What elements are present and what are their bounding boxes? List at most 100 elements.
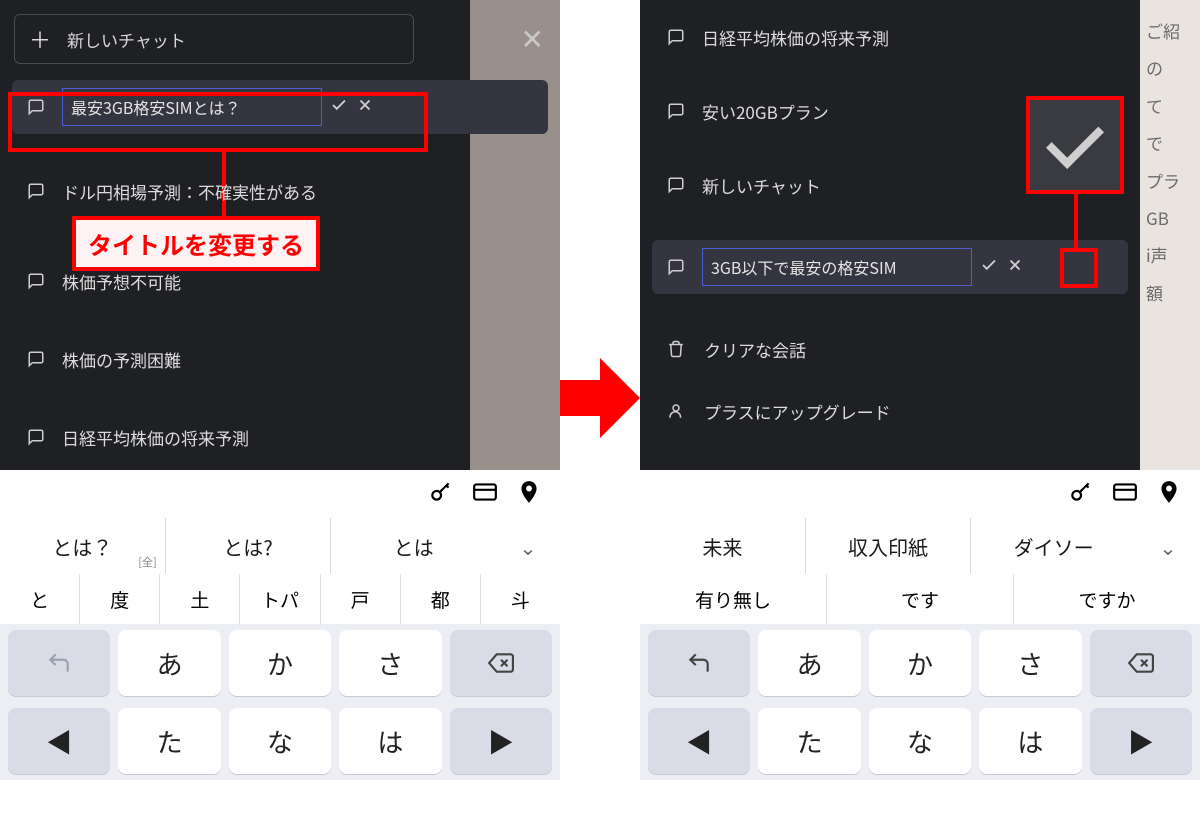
suggestion[interactable]: とは bbox=[330, 518, 496, 574]
kana-key[interactable]: あ bbox=[758, 630, 860, 696]
chat-icon bbox=[26, 349, 46, 369]
upgrade-plus[interactable]: プラスにアップグレード bbox=[640, 380, 1140, 442]
bg-text: で bbox=[1146, 124, 1163, 161]
candidate[interactable]: 度 bbox=[79, 574, 159, 624]
right-key[interactable]: ▶ bbox=[1090, 708, 1192, 774]
chat-icon bbox=[26, 181, 46, 201]
candidate[interactable]: と bbox=[0, 574, 79, 624]
clear-conversations[interactable]: クリアな会話 bbox=[640, 318, 1140, 380]
chat-icon bbox=[666, 27, 686, 47]
new-chat-button[interactable]: ＋ 新しいチャット bbox=[14, 14, 414, 64]
card-icon[interactable] bbox=[472, 479, 498, 510]
left-key[interactable]: ◀ bbox=[8, 708, 110, 774]
suggestion-row: とは？ とは? とは ⌄ bbox=[0, 518, 560, 574]
bg-text: プラ bbox=[1146, 162, 1180, 199]
chat-item-label: 新しいチャット bbox=[702, 173, 821, 198]
confirm-zoom-preview bbox=[1030, 100, 1120, 190]
chat-item[interactable]: ドル円相場予測：不確実性がある bbox=[0, 162, 560, 220]
kana-key[interactable]: さ bbox=[339, 630, 441, 696]
ime-toolbar bbox=[0, 470, 560, 518]
cancel-icon[interactable] bbox=[1006, 254, 1024, 280]
kana-key[interactable]: あ bbox=[118, 630, 220, 696]
chat-icon bbox=[26, 97, 46, 117]
key-icon[interactable] bbox=[428, 479, 454, 510]
candidate[interactable]: 有り無し bbox=[640, 574, 826, 624]
chat-icon bbox=[666, 175, 686, 195]
new-chat-label: 新しいチャット bbox=[67, 27, 186, 52]
title-edit-input[interactable] bbox=[702, 248, 972, 286]
right-key[interactable]: ▶ bbox=[450, 708, 552, 774]
location-icon[interactable] bbox=[1156, 479, 1182, 510]
bg-text: て bbox=[1146, 87, 1163, 124]
candidate[interactable]: 戸 bbox=[320, 574, 400, 624]
bg-text: の bbox=[1146, 49, 1163, 86]
keyboard-row: あ か さ bbox=[0, 624, 560, 702]
kana-key[interactable]: た bbox=[758, 708, 860, 774]
bg-text: i声 bbox=[1146, 236, 1168, 273]
chat-item-label: 株価予想不可能 bbox=[62, 269, 181, 294]
chat-item[interactable]: 株価の予測困難 bbox=[0, 330, 560, 388]
chat-item-label: 日経平均株価の将来予測 bbox=[702, 25, 889, 50]
bg-text: GB bbox=[1146, 199, 1169, 236]
right-screenshot: ご紹 の て で プラ GB i声 額 日経平均株価の将来予測 安い20GBプラ… bbox=[640, 0, 1200, 828]
candidate[interactable]: 土 bbox=[159, 574, 239, 624]
chat-icon bbox=[26, 271, 46, 291]
trash-icon bbox=[666, 339, 686, 359]
close-icon[interactable]: ✕ bbox=[521, 18, 544, 58]
chat-item-label: 日経平均株価の将来予測 bbox=[62, 425, 249, 450]
chat-item[interactable]: 株価予想不可能 bbox=[0, 252, 560, 310]
suggestion[interactable]: 収入印紙 bbox=[805, 518, 971, 574]
keyboard-row: ◀ た な は ▶ bbox=[640, 702, 1200, 780]
undo-key[interactable] bbox=[648, 630, 750, 696]
backspace-key[interactable] bbox=[450, 630, 552, 696]
chat-sidebar: 限 ＋ 新しいチャット ✕ タイトルを変更する ドル円相場予測：不確実性がある bbox=[0, 0, 560, 470]
card-icon[interactable] bbox=[1112, 479, 1138, 510]
plus-icon: ＋ bbox=[29, 23, 51, 55]
kana-key[interactable]: か bbox=[869, 630, 971, 696]
key-icon[interactable] bbox=[1068, 479, 1094, 510]
candidate-row: 有り無し です ですか bbox=[640, 574, 1200, 624]
chevron-down-icon[interactable]: ⌄ bbox=[496, 518, 560, 574]
left-screenshot: 限 ＋ 新しいチャット ✕ タイトルを変更する ドル円相場予測：不確実性がある bbox=[0, 0, 560, 828]
background-sliver: ご紹 の て で プラ GB i声 額 bbox=[1140, 0, 1200, 470]
candidate[interactable]: トパ bbox=[239, 574, 319, 624]
kana-key[interactable]: さ bbox=[979, 630, 1081, 696]
chat-item-editing bbox=[652, 240, 1128, 294]
candidate[interactable]: 都 bbox=[400, 574, 480, 624]
undo-key[interactable] bbox=[8, 630, 110, 696]
confirm-icon[interactable] bbox=[980, 254, 998, 280]
left-key[interactable]: ◀ bbox=[648, 708, 750, 774]
keyboard-row: ◀ た な は ▶ bbox=[0, 702, 560, 780]
menu-label: プラスにアップグレード bbox=[704, 399, 891, 424]
cancel-icon[interactable] bbox=[356, 94, 374, 120]
transition-arrow bbox=[560, 358, 640, 438]
candidate[interactable]: です bbox=[826, 574, 1013, 624]
suggestion[interactable]: とは? bbox=[165, 518, 331, 574]
suggestion[interactable]: とは？ bbox=[0, 518, 165, 574]
kana-key[interactable]: な bbox=[229, 708, 331, 774]
suggestion[interactable]: ダイソー bbox=[970, 518, 1136, 574]
highlight-connector bbox=[1074, 194, 1078, 250]
chat-item-label: 安い20GBプラン bbox=[702, 99, 829, 124]
chat-icon bbox=[666, 257, 686, 277]
kana-key[interactable]: な bbox=[869, 708, 971, 774]
kana-key[interactable]: は bbox=[979, 708, 1081, 774]
chat-icon bbox=[26, 427, 46, 447]
chat-item[interactable]: 日経平均株価の将来予測 bbox=[640, 8, 1140, 66]
kana-key[interactable]: か bbox=[229, 630, 331, 696]
keyboard-row: あ か さ bbox=[640, 624, 1200, 702]
chat-icon bbox=[666, 101, 686, 121]
candidate[interactable]: 斗 bbox=[480, 574, 560, 624]
kana-key[interactable]: は bbox=[339, 708, 441, 774]
confirm-icon[interactable] bbox=[330, 94, 348, 120]
suggestion[interactable]: 未来 bbox=[640, 518, 805, 574]
title-edit-input[interactable] bbox=[62, 88, 322, 126]
kana-key[interactable]: た bbox=[118, 708, 220, 774]
chat-sidebar: ご紹 の て で プラ GB i声 額 日経平均株価の将来予測 安い20GBプラ… bbox=[640, 0, 1200, 470]
candidate[interactable]: ですか bbox=[1013, 574, 1200, 624]
chevron-down-icon[interactable]: ⌄ bbox=[1136, 518, 1200, 574]
backspace-key[interactable] bbox=[1090, 630, 1192, 696]
chat-item-label: ドル円相場予測：不確実性がある bbox=[62, 179, 317, 204]
chat-item[interactable]: 日経平均株価の将来予測 bbox=[0, 408, 560, 466]
location-icon[interactable] bbox=[516, 479, 542, 510]
